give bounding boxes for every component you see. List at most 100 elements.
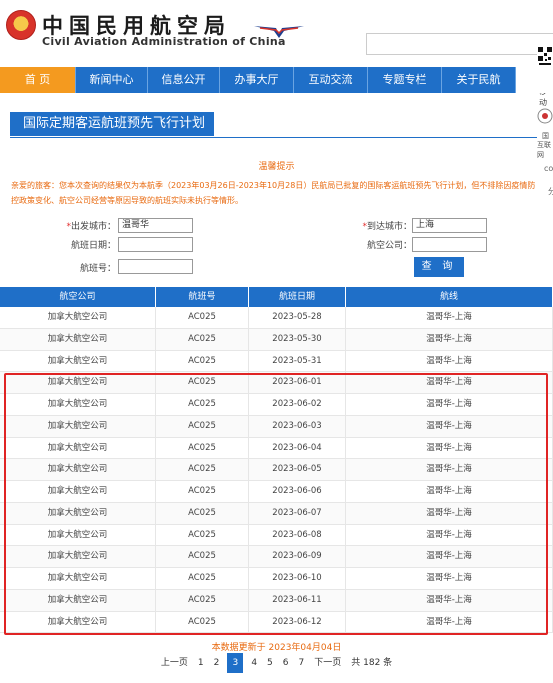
nav-item-about[interactable]: 关于民航 [442,67,516,93]
cell-flight-no: AC025 [156,350,249,372]
cell-flight-no: AC025 [156,589,249,611]
departure-city-label: *出发城市： [66,222,116,232]
page-number-link[interactable]: 3 [227,653,244,673]
arrival-city-field[interactable]: 上海 [412,218,487,233]
cell-route: 温哥华-上海 [346,546,553,567]
site-title-en: Civil Aviation Administration of China [42,35,286,48]
site-search-input[interactable] [366,33,553,55]
pagination: 上一页 1234567 下一页 共 182 条 [0,653,553,673]
table-row: 加拿大航空公司 AC025 2023-06-03 温哥华-上海 [0,415,553,438]
cell-route: 温哥华-上海 [346,589,553,611]
cell-date: 2023-06-12 [249,611,346,633]
col-header-airline: 航空公司 [0,287,156,307]
cell-route: 温哥华-上海 [346,502,553,524]
cell-flight-no: AC025 [156,328,249,350]
flight-number-field[interactable] [118,259,193,274]
caac-wings-logo [254,26,304,38]
cell-date: 2023-05-31 [249,350,346,372]
page-title: 国际定期客运航班预先飞行计划 [10,112,214,136]
nav-item-news[interactable]: 新闻中心 [76,67,148,93]
table-row: 加拿大航空公司 AC025 2023-06-11 温哥华-上海 [0,589,553,612]
cell-date: 2023-05-30 [249,328,346,350]
query-button[interactable]: 查 询 [414,257,464,277]
cell-date: 2023-06-03 [249,415,346,437]
cell-flight-no: AC025 [156,568,249,589]
cell-route: 温哥华-上海 [346,437,553,459]
cell-route: 温哥华-上海 [346,372,553,393]
cell-route: 温哥华-上海 [346,568,553,589]
cell-flight-no: AC025 [156,415,249,437]
cell-route: 温哥华-上海 [346,328,553,350]
cell-flight-no: AC025 [156,481,249,502]
table-row: 加拿大航空公司 AC025 2023-06-08 温哥华-上海 [0,524,553,547]
cell-date: 2023-06-09 [249,546,346,567]
cell-flight-no: AC025 [156,502,249,524]
page-number-link[interactable]: 7 [299,653,305,673]
cell-airline: 加拿大航空公司 [0,328,156,350]
page-number-link[interactable]: 4 [251,653,257,673]
cell-date: 2023-06-04 [249,437,346,459]
cell-airline: 加拿大航空公司 [0,589,156,611]
side-label-4: 分 [548,187,553,196]
cell-route: 温哥华-上海 [346,481,553,502]
cell-date: 2023-05-28 [249,307,346,328]
flight-date-label: 航班日期： [70,241,116,251]
nav-item-services[interactable]: 办事大厅 [220,67,294,93]
cell-flight-no: AC025 [156,459,249,480]
table-row: 加拿大航空公司 AC025 2023-06-12 温哥华-上海 [0,611,553,634]
cell-airline: 加拿大航空公司 [0,437,156,459]
cell-route: 温哥华-上海 [346,459,553,480]
nav-item-info-public[interactable]: 信息公开 [148,67,220,93]
col-header-flight-no: 航班号 [156,287,249,307]
cell-date: 2023-06-07 [249,502,346,524]
col-header-date: 航班日期 [249,287,346,307]
next-page-link[interactable]: 下一页 [314,653,341,673]
cell-airline: 加拿大航空公司 [0,481,156,502]
data-updated-note: 本数据更新于 2023年04月04日 [211,643,342,653]
cell-date: 2023-06-02 [249,394,346,415]
cell-route: 温哥华-上海 [346,350,553,372]
nav-item-interaction[interactable]: 互动交流 [294,67,368,93]
cell-route: 温哥华-上海 [346,394,553,415]
table-row: 加拿大航空公司 AC025 2023-05-30 温哥华-上海 [0,328,553,351]
cell-airline: 加拿大航空公司 [0,611,156,633]
cell-airline: 加拿大航空公司 [0,568,156,589]
cell-airline: 加拿大航空公司 [0,372,156,393]
table-row: 加拿大航空公司 AC025 2023-06-04 温哥华-上海 [0,437,553,460]
airline-label: 航空公司： [366,241,412,251]
page-number-link[interactable]: 6 [283,653,289,673]
cell-flight-no: AC025 [156,524,249,546]
nav-item-home[interactable]: 首 页 [0,67,76,93]
table-row: 加拿大航空公司 AC025 2023-05-28 温哥华-上海 [0,307,553,329]
cell-flight-no: AC025 [156,394,249,415]
table-row: 加拿大航空公司 AC025 2023-05-31 温哥华-上海 [0,350,553,373]
main-nav: 首 页 新闻中心 信息公开 办事大厅 互动交流 专题专栏 关于民航 [0,67,553,93]
table-row: 加拿大航空公司 AC025 2023-06-02 温哥华-上海 [0,394,553,416]
cell-date: 2023-06-11 [249,589,346,611]
side-label-2: 互联网 [537,141,551,159]
cell-airline: 加拿大航空公司 [0,350,156,372]
nav-item-topics[interactable]: 专题专栏 [368,67,442,93]
gov-badge-icon [537,108,553,124]
cell-route: 温哥华-上海 [346,307,553,328]
table-row: 加拿大航空公司 AC025 2023-06-09 温哥华-上海 [0,546,553,568]
departure-city-field[interactable]: 温哥华 [118,218,193,233]
cell-date: 2023-06-08 [249,524,346,546]
title-divider [10,137,537,138]
col-header-route: 航线 [346,287,553,307]
page-number-link[interactable]: 2 [214,653,220,673]
table-header: 航空公司 航班号 航班日期 航线 [0,287,553,307]
airline-field[interactable] [412,237,487,252]
cell-flight-no: AC025 [156,307,249,328]
table-row: 加拿大航空公司 AC025 2023-06-05 温哥华-上海 [0,459,553,481]
page-number-link[interactable]: 5 [267,653,273,673]
flight-date-field[interactable] [118,237,193,252]
table-row: 加拿大航空公司 AC025 2023-06-10 温哥华-上海 [0,568,553,590]
prev-page-link[interactable]: 上一页 [161,653,188,673]
page-number-link[interactable]: 1 [198,653,204,673]
cell-flight-no: AC025 [156,611,249,633]
cell-airline: 加拿大航空公司 [0,502,156,524]
national-emblem-logo [6,10,36,40]
cell-date: 2023-06-06 [249,481,346,502]
notice-heading: 温馨提示 [258,162,295,172]
